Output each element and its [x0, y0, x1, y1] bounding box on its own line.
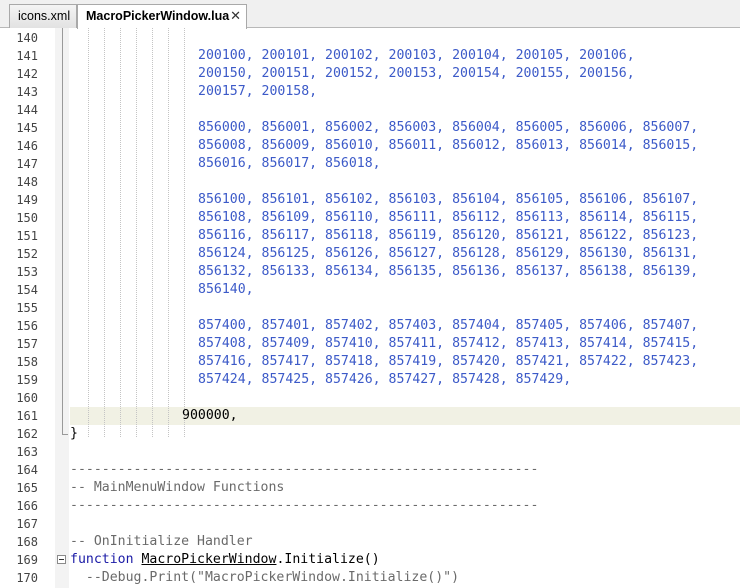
code-line: 900000, [182, 408, 238, 423]
code-line: 857424, 857425, 857426, 857427, 857428, … [198, 372, 572, 387]
line-number: 168 [16, 535, 38, 549]
line-number: 154 [16, 283, 38, 297]
line-number: 157 [16, 337, 38, 351]
line-number: 153 [16, 265, 38, 279]
code-line: ----------------------------------------… [70, 498, 539, 513]
code-line: 856000, 856001, 856002, 856003, 856004, … [198, 120, 699, 135]
code-line: ----------------------------------------… [70, 462, 539, 477]
indent-guide [120, 28, 121, 437]
line-number: 140 [16, 31, 38, 45]
code-line: 856116, 856117, 856118, 856119, 856120, … [198, 228, 699, 243]
line-number: 144 [16, 103, 38, 117]
line-number: 150 [16, 211, 38, 225]
code-line: 200100, 200101, 200102, 200103, 200104, … [198, 48, 635, 63]
code-line: --Debug.Print("MacroPickerWindow.Initial… [70, 570, 460, 585]
line-number: 146 [16, 139, 38, 153]
indent-guide [104, 28, 105, 437]
line-number: 166 [16, 499, 38, 513]
line-number: 164 [16, 463, 38, 477]
code-line: 856108, 856109, 856110, 856111, 856112, … [198, 210, 699, 225]
line-number: 161 [16, 409, 38, 423]
code-line: } [70, 426, 78, 441]
current-line-highlight [70, 407, 740, 425]
code-line: 857416, 857417, 857418, 857419, 857420, … [198, 354, 699, 369]
line-number: 151 [16, 229, 38, 243]
indent-guide [152, 28, 153, 437]
line-number: 147 [16, 157, 38, 171]
line-number: 141 [16, 49, 38, 63]
line-number: 167 [16, 517, 38, 531]
tab-label: MacroPickerWindow.lua [86, 9, 230, 23]
line-number: 170 [16, 571, 38, 585]
tab-label: icons.xml [18, 9, 71, 23]
line-number: 148 [16, 175, 38, 189]
code-line: 200157, 200158, [198, 84, 318, 99]
line-number: 158 [16, 355, 38, 369]
code-line: 856100, 856101, 856102, 856103, 856104, … [198, 192, 699, 207]
fold-end-marker [62, 434, 68, 435]
line-number: 163 [16, 445, 38, 459]
line-number: 149 [16, 193, 38, 207]
line-number: 156 [16, 319, 38, 333]
indent-guide [184, 28, 185, 423]
code-line: 856140, [198, 282, 254, 297]
code-line: -- MainMenuWindow Functions [70, 480, 285, 495]
line-number: 159 [16, 373, 38, 387]
tab-icons-xml[interactable]: icons.xml [9, 4, 77, 28]
code-line: 857408, 857409, 857410, 857411, 857412, … [198, 336, 699, 351]
line-number: 165 [16, 481, 38, 495]
code-line: 856124, 856125, 856126, 856127, 856128, … [198, 246, 699, 261]
code-line: 856008, 856009, 856010, 856011, 856012, … [198, 138, 699, 153]
line-number: 162 [16, 427, 38, 441]
tab-bar: icons.xml MacroPickerWindow.lua ✕ [0, 0, 740, 29]
line-number: 143 [16, 85, 38, 99]
line-number-gutter: 140 141 142 143 144 145 146 147 148 149 150 151 152 1… [0, 28, 55, 588]
line-number: 169 [16, 553, 38, 567]
line-number: 160 [16, 391, 38, 405]
indent-guide [88, 28, 89, 437]
line-number: 142 [16, 67, 38, 81]
line-number: 152 [16, 247, 38, 261]
code-line: -- OnInitialize Handler [70, 534, 253, 549]
tab-macropickerwindow-lua[interactable]: MacroPickerWindow.lua ✕ [77, 4, 247, 29]
code-line: 857400, 857401, 857402, 857403, 857404, … [198, 318, 699, 333]
code-editor[interactable]: 140 141 142 143 144 145 146 147 148 149 150 151 152 1… [0, 28, 740, 588]
line-number: 155 [16, 301, 38, 315]
fold-toggle-icon[interactable] [57, 555, 66, 564]
code-line: 856132, 856133, 856134, 856135, 856136, … [198, 264, 699, 279]
code-line: 200150, 200151, 200152, 200153, 200154, … [198, 66, 635, 81]
code-line: 856016, 856017, 856018, [198, 156, 381, 171]
code-line: function MacroPickerWindow.Initialize() [70, 552, 380, 567]
indent-guide [136, 28, 137, 437]
line-number: 145 [16, 121, 38, 135]
fold-line [62, 28, 63, 434]
close-icon[interactable]: ✕ [230, 5, 241, 27]
indent-guide [168, 28, 169, 437]
